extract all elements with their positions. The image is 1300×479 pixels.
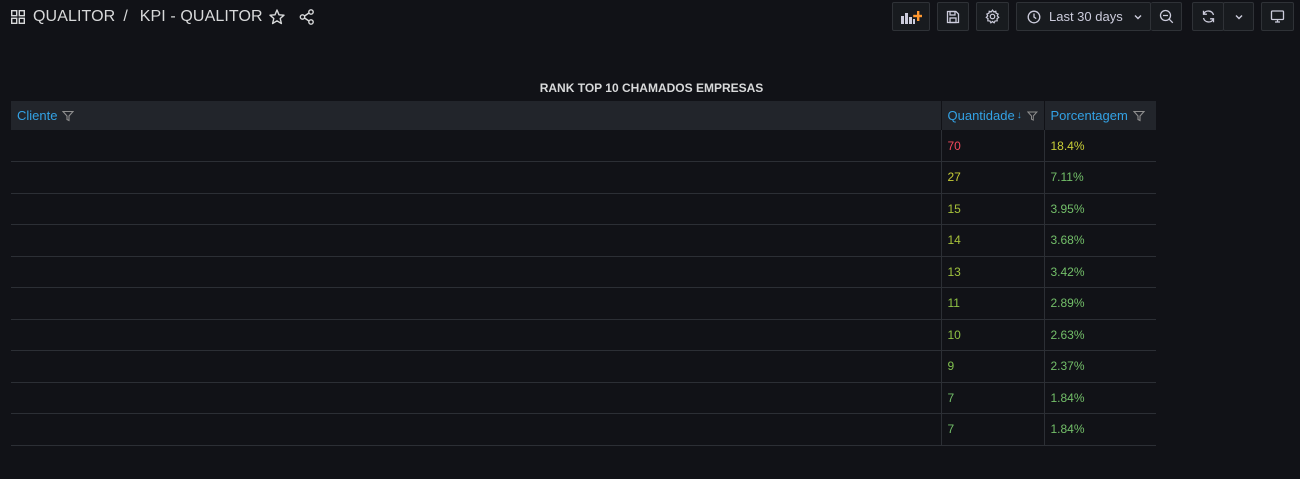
- breadcrumb: QUALITOR / KPI - QUALITOR: [10, 6, 263, 28]
- column-header-cliente[interactable]: Cliente: [11, 101, 942, 130]
- save-dashboard-button[interactable]: [937, 2, 969, 31]
- filter-icon[interactable]: [1132, 110, 1145, 122]
- porcentagem-cell: 1.84%: [1044, 382, 1156, 414]
- cliente-cell: [11, 256, 942, 288]
- breadcrumb-separator: /: [123, 8, 128, 25]
- table-body: 70 18.4% 27 7.11% 15 3.95% 14 3.68% 13 3.42% 11 2.8…: [11, 130, 1156, 446]
- cliente-cell: [11, 350, 942, 383]
- quantidade-cell: 11: [941, 287, 1045, 320]
- filter-icon[interactable]: [62, 110, 75, 122]
- column-label: Quantidade: [947, 108, 1015, 123]
- quantidade-cell: 7: [941, 382, 1045, 414]
- time-range-picker[interactable]: Last 30 days: [1016, 2, 1151, 31]
- table-row: 27 7.11%: [11, 161, 1156, 194]
- porcentagem-cell: 2.89%: [1044, 287, 1156, 320]
- chevron-down-icon: [1235, 14, 1242, 19]
- quantidade-cell: 10: [941, 319, 1045, 351]
- gear-icon: [985, 9, 1000, 24]
- add-panel-button[interactable]: [892, 2, 930, 31]
- cliente-cell: [11, 319, 942, 351]
- save-icon: [946, 10, 960, 23]
- dashboard-navbar: QUALITOR / KPI - QUALITOR Last 30 days: [0, 0, 1300, 34]
- quantidade-cell: 7: [941, 413, 1045, 446]
- table-row: 9 2.37%: [11, 350, 1156, 383]
- chevron-down-icon: [1134, 14, 1142, 19]
- dashboard-settings-button[interactable]: [976, 2, 1009, 31]
- cliente-cell: [11, 382, 942, 414]
- refresh-button[interactable]: [1192, 2, 1224, 31]
- cliente-cell: [11, 130, 942, 162]
- porcentagem-cell: 3.42%: [1044, 256, 1156, 288]
- column-header-quantidade[interactable]: Quantidade ↓: [941, 101, 1045, 130]
- share-icon[interactable]: [298, 8, 316, 26]
- cliente-cell: [11, 413, 942, 446]
- column-label: Cliente: [17, 108, 58, 123]
- quantidade-cell: 70: [941, 130, 1045, 162]
- table-row: 70 18.4%: [11, 130, 1156, 162]
- porcentagem-cell: 7.11%: [1044, 161, 1156, 194]
- zoom-out-icon: [1159, 9, 1173, 24]
- cliente-cell: [11, 224, 942, 257]
- porcentagem-cell: 2.37%: [1044, 350, 1156, 383]
- clock-icon: [1027, 10, 1041, 23]
- star-icon[interactable]: [268, 8, 286, 26]
- porcentagem-cell: 3.68%: [1044, 224, 1156, 257]
- dashboard-title[interactable]: KPI - QUALITOR: [140, 8, 263, 26]
- table-row: 10 2.63%: [11, 319, 1156, 351]
- zoom-out-button[interactable]: [1151, 2, 1182, 31]
- table-row: 14 3.68%: [11, 224, 1156, 257]
- cliente-cell: [11, 161, 942, 194]
- quantidade-cell: 9: [941, 350, 1045, 383]
- porcentagem-cell: 2.63%: [1044, 319, 1156, 351]
- table-row: 11 2.89%: [11, 287, 1156, 320]
- table-row: 7 1.84%: [11, 382, 1156, 414]
- porcentagem-cell: 1.84%: [1044, 413, 1156, 446]
- sort-desc-icon: ↓: [1016, 110, 1022, 121]
- time-range-label: Last 30 days: [1049, 9, 1123, 24]
- porcentagem-cell: 18.4%: [1044, 130, 1156, 162]
- panel-title: RANK TOP 10 CHAMADOS EMPRESAS: [539, 81, 764, 95]
- column-header-porcentagem[interactable]: Porcentagem: [1044, 101, 1156, 130]
- quantidade-cell: 13: [941, 256, 1045, 288]
- column-label: Porcentagem: [1050, 108, 1128, 123]
- quantidade-cell: 15: [941, 193, 1045, 225]
- dashboards-grid-icon[interactable]: [10, 9, 26, 25]
- table-row: 13 3.42%: [11, 256, 1156, 288]
- table-header-row: Cliente Quantidade ↓ Porcentagem: [11, 101, 1156, 130]
- quantidade-cell: 14: [941, 224, 1045, 257]
- filter-icon[interactable]: [1026, 110, 1038, 122]
- refresh-icon: [1202, 10, 1214, 23]
- table-row: 7 1.84%: [11, 413, 1156, 446]
- cliente-cell: [11, 193, 942, 225]
- rank-table: Cliente Quantidade ↓ Porcentagem 70 18.4…: [11, 101, 1156, 446]
- refresh-interval-dropdown[interactable]: [1223, 2, 1254, 31]
- cliente-cell: [11, 287, 942, 320]
- add-panel-icon: [901, 10, 922, 24]
- tv-mode-button[interactable]: [1261, 2, 1294, 31]
- quantidade-cell: 27: [941, 161, 1045, 194]
- tv-mode-icon: [1270, 10, 1285, 23]
- porcentagem-cell: 3.95%: [1044, 193, 1156, 225]
- table-row: 15 3.95%: [11, 193, 1156, 225]
- breadcrumb-folder[interactable]: QUALITOR: [33, 8, 115, 26]
